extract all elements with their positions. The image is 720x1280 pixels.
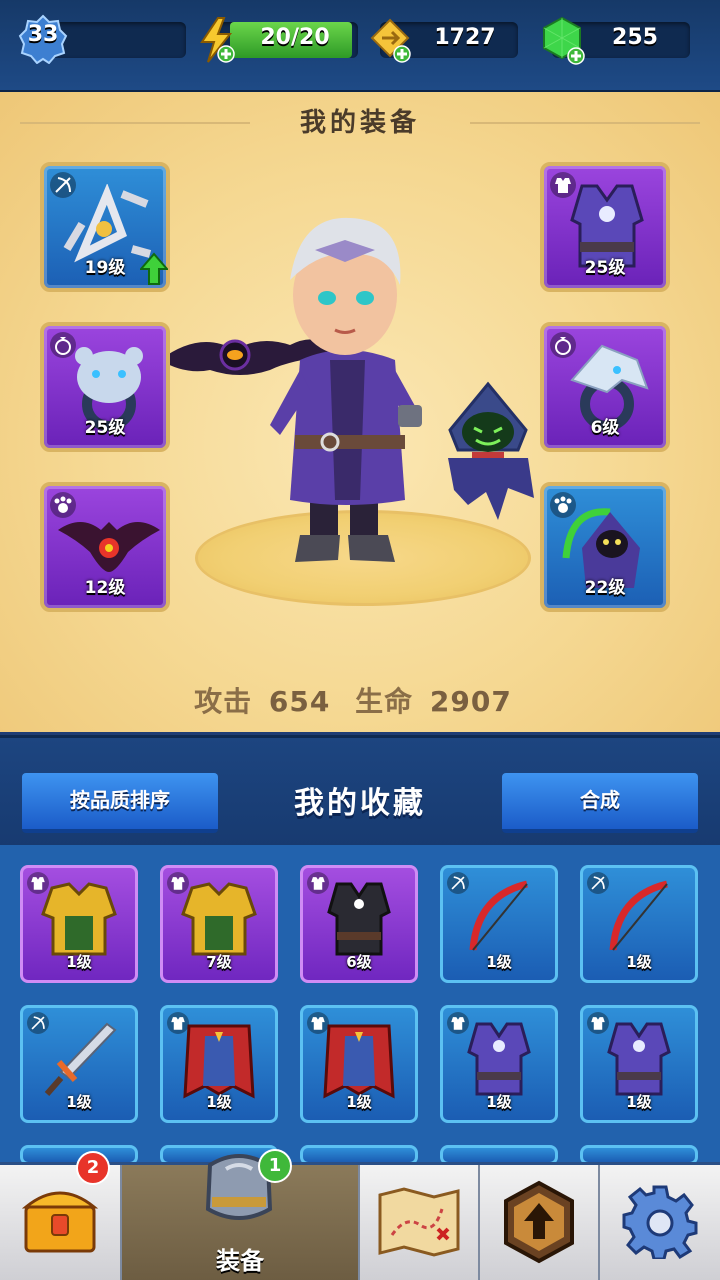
- collection-item[interactable]: 6级: [300, 865, 418, 983]
- red-bow-icon: [609, 880, 668, 951]
- collection-item[interactable]: 1级: [160, 1005, 278, 1123]
- item-level: 1级: [486, 953, 512, 971]
- collection-item[interactable]: 7级: [160, 865, 278, 983]
- collection-item[interactable]: 1级: [20, 1005, 138, 1123]
- merge-button[interactable]: 合成: [502, 773, 698, 833]
- coin-plus-icon[interactable]: [366, 16, 414, 64]
- hp-label: 生命: [355, 685, 414, 718]
- slot-level: 6级: [590, 418, 620, 438]
- equip-slot-ring-2[interactable]: 6级: [540, 322, 670, 452]
- reaper-pet: [448, 381, 534, 520]
- equip-slot-pet-2[interactable]: 22级: [540, 482, 670, 612]
- hero-character[interactable]: [150, 210, 470, 580]
- equip-slot-pet-1[interactable]: 12级: [40, 482, 170, 612]
- sort-by-quality-button[interactable]: 按品质排序: [22, 773, 218, 833]
- item-level: 1级: [486, 1093, 512, 1111]
- upgrade-icon: [504, 1180, 574, 1264]
- hp-value: 2907: [429, 685, 512, 718]
- attack-value: 654: [268, 685, 331, 718]
- player-level: 33: [27, 22, 59, 47]
- collection-item[interactable]: 1级: [440, 865, 558, 983]
- coin-value: 1727: [434, 25, 496, 50]
- equip-slot-weapon[interactable]: 19级: [40, 162, 170, 292]
- collection-item[interactable]: 1级: [580, 1005, 698, 1123]
- slot-level: 19级: [84, 258, 126, 278]
- item-level: 1级: [66, 953, 92, 971]
- attack-label: 攻击: [194, 685, 253, 718]
- item-level: 1级: [66, 1093, 92, 1111]
- equip-slot-ring-1[interactable]: 25级: [40, 322, 170, 452]
- equip-slot-armor[interactable]: 25级: [540, 162, 670, 292]
- red-bow-icon: [469, 880, 528, 951]
- gold-armor-icon: [41, 882, 117, 956]
- gem-value: 255: [612, 25, 658, 50]
- slot-level: 25级: [584, 258, 626, 278]
- red-cape-icon: [183, 1024, 255, 1099]
- nav-settings-tab[interactable]: [600, 1165, 720, 1280]
- nav-equipment-tab[interactable]: 1 装备: [122, 1149, 360, 1280]
- sword-icon: [44, 1022, 117, 1096]
- equipment-title: 我的装备: [299, 108, 420, 138]
- equipment-tab-label: 装备: [216, 1247, 264, 1275]
- item-level: 1级: [346, 1093, 372, 1111]
- item-level: 1级: [626, 953, 652, 971]
- slot-level: 25级: [84, 418, 126, 438]
- dark-vest-icon: [327, 882, 391, 956]
- item-level: 7级: [206, 953, 232, 971]
- nav-chest-tab[interactable]: 2: [0, 1151, 122, 1280]
- slot-level: 22级: [584, 578, 626, 598]
- gear-icon: [622, 1185, 698, 1259]
- item-level: 1级: [626, 1093, 652, 1111]
- map-icon: [378, 1187, 460, 1257]
- nav-map-tab[interactable]: [360, 1165, 480, 1280]
- collection-item[interactable]: 1级: [440, 1005, 558, 1123]
- collection-item[interactable]: 1级: [20, 865, 138, 983]
- collection-title: 我的收藏: [294, 786, 426, 821]
- equipment-badge: 1: [258, 1149, 292, 1183]
- gem-plus-icon[interactable]: [536, 14, 588, 66]
- chest-badge: 2: [76, 1151, 110, 1185]
- blue-vest-icon: [467, 1022, 531, 1096]
- blue-vest-icon: [607, 1022, 671, 1096]
- collection-item[interactable]: 1级: [580, 865, 698, 983]
- chest-icon: [22, 1191, 98, 1253]
- item-level: 1级: [206, 1093, 232, 1111]
- hero-stats: 攻击 654 生命 2907: [0, 680, 720, 720]
- energy-value: 20/20: [260, 25, 330, 50]
- energy-plus-icon[interactable]: [196, 16, 236, 64]
- red-cape-icon: [323, 1024, 395, 1099]
- collection-item[interactable]: 1级: [300, 1005, 418, 1123]
- bat-pet-icon: [58, 522, 160, 572]
- item-level: 6级: [346, 953, 372, 971]
- nav-upgrade-tab[interactable]: [480, 1165, 600, 1280]
- slot-level: 12级: [84, 578, 126, 598]
- gold-armor-icon: [181, 882, 257, 956]
